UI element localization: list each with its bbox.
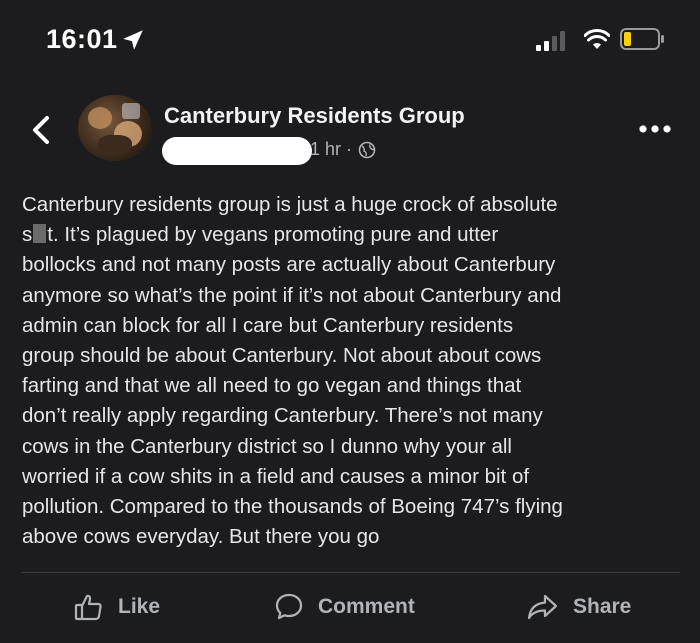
post-line: admin can block for all I care but Cante…: [22, 313, 514, 337]
post-line: bollocks and not many posts are actually…: [22, 253, 556, 277]
battery-icon: [620, 28, 664, 50]
comment-icon: [275, 593, 303, 620]
post-line: pollution. Compared to the thousands of …: [22, 495, 563, 519]
post-line: group should be about Canterbury. Not ab…: [22, 344, 542, 368]
ellipsis-icon[interactable]: [638, 124, 672, 134]
post-time: 1 hr ·: [310, 139, 353, 159]
avatar[interactable]: [78, 95, 152, 161]
censor-block: [33, 224, 47, 244]
share-icon: [527, 594, 558, 620]
chevron-left-icon[interactable]: [30, 115, 52, 145]
share-button[interactable]: Share: [527, 587, 631, 627]
group-name[interactable]: Canterbury Residents Group: [164, 103, 465, 129]
like-button[interactable]: Like: [74, 587, 160, 627]
wifi-icon: [584, 29, 610, 49]
post-line: Canterbury residents group is just a hug…: [22, 193, 558, 216]
post-line-prefix: s: [22, 223, 33, 247]
status-time: 16:01: [46, 24, 118, 54]
post-line-rest: t. It’s plagued by vegans promoting pure…: [47, 223, 499, 247]
globe-icon: [358, 141, 376, 158]
post-line: above cows everyday. But there you go: [22, 525, 380, 549]
comment-button[interactable]: Comment: [274, 587, 415, 627]
redacted-author-name: [162, 137, 312, 165]
signal-icon: [536, 31, 565, 51]
status-bar: 16:01: [0, 0, 700, 80]
divider: [22, 572, 680, 573]
post-text: Canterbury residents group is just a hug…: [22, 190, 682, 552]
post-line: farting and that we all need to go vegan…: [22, 374, 522, 398]
post-line: don’t really apply regarding Canterbury.…: [22, 404, 543, 428]
like-label: Like: [118, 595, 161, 618]
share-label: Share: [573, 595, 632, 618]
post-line: anymore so what’s the point if it’s not …: [22, 283, 562, 307]
location-arrow-icon: [123, 30, 143, 50]
post-line: s t. It’s plagued by vegans promoting pur…: [22, 220, 682, 250]
post-meta: 1 hr ·: [310, 139, 376, 160]
post-line: cows in the Canterbury district so I dun…: [22, 434, 512, 458]
thumbs-up-icon: [74, 594, 102, 621]
post-line: worried if a cow shits in a field and ca…: [22, 464, 530, 488]
comment-label: Comment: [318, 595, 415, 618]
